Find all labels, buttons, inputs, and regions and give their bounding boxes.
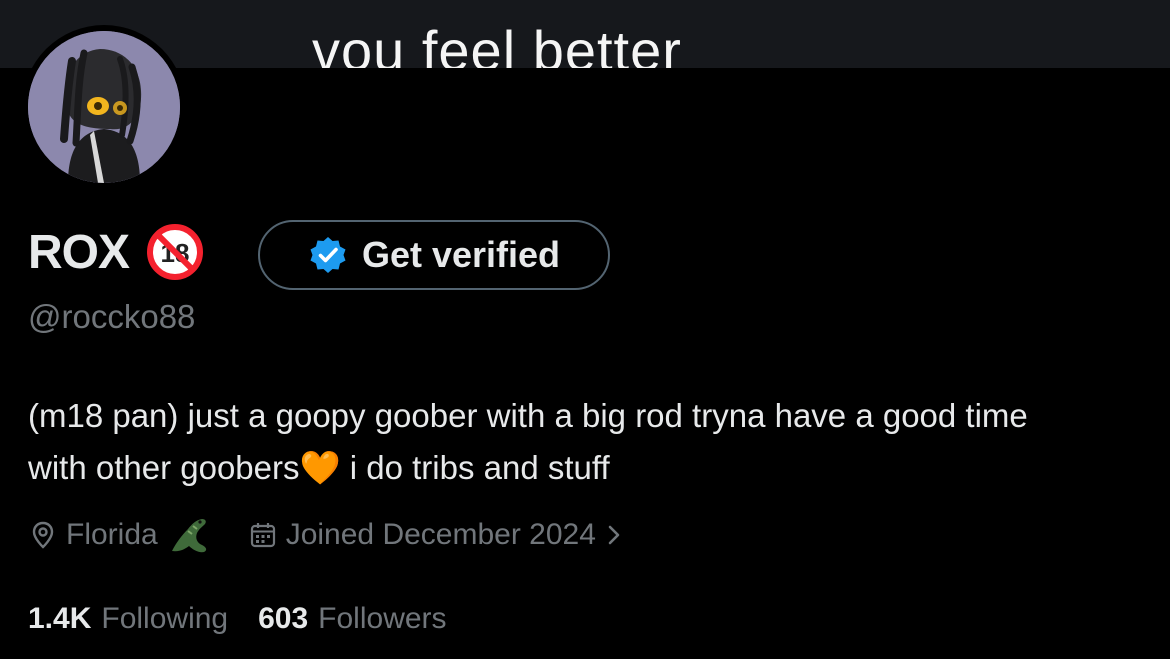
bio-line-1: (m18 pan) just a goopy goober with a big… bbox=[28, 397, 1028, 434]
following-link[interactable]: 1.4K Following bbox=[28, 602, 228, 636]
orange-heart-icon: 🧡 bbox=[299, 449, 341, 486]
avatar-art bbox=[28, 31, 180, 183]
profile-joined[interactable]: Joined December 2024 bbox=[248, 518, 624, 552]
bio-line-2-tail: i do tribs and stuff bbox=[340, 449, 610, 486]
get-verified-button[interactable]: Get verified bbox=[258, 220, 610, 290]
profile-location: Florida bbox=[28, 515, 210, 555]
no-under-18-icon: 18 bbox=[147, 224, 204, 280]
followers-count: 603 bbox=[258, 602, 309, 635]
alligator-icon bbox=[171, 519, 206, 553]
location-pin-icon bbox=[32, 521, 54, 549]
display-name-row: ROX 18 bbox=[28, 220, 205, 284]
calendar-icon bbox=[250, 523, 275, 548]
followers-link[interactable]: 603 Followers bbox=[258, 602, 446, 636]
bio-line-2: with other goobers🧡 i do tribs and stuff bbox=[28, 442, 1148, 494]
location-text: Florida bbox=[66, 518, 158, 551]
bio-line-2-text: with other goobers bbox=[28, 449, 300, 486]
profile-bio: (m18 pan) just a goopy goober with a big… bbox=[28, 390, 1148, 494]
profile-stats: 1.4K Following 603 Followers bbox=[28, 598, 477, 640]
display-name: ROX bbox=[28, 225, 130, 279]
following-count: 1.4K bbox=[28, 602, 92, 635]
banner-text: vou feel better bbox=[312, 19, 682, 68]
avatar[interactable] bbox=[28, 31, 180, 183]
joined-text: Joined December 2024 bbox=[285, 518, 596, 551]
user-handle: @roccko88 bbox=[28, 298, 196, 335]
profile-banner[interactable]: vou feel better bbox=[0, 0, 1170, 68]
get-verified-label: Get verified bbox=[361, 234, 561, 275]
following-label: Following bbox=[101, 602, 229, 635]
followers-label: Followers bbox=[318, 602, 447, 635]
verified-badge-icon bbox=[310, 237, 346, 273]
chevron-right-icon bbox=[608, 525, 620, 545]
profile-meta-row: Florida Joined December 2024 bbox=[28, 510, 624, 560]
